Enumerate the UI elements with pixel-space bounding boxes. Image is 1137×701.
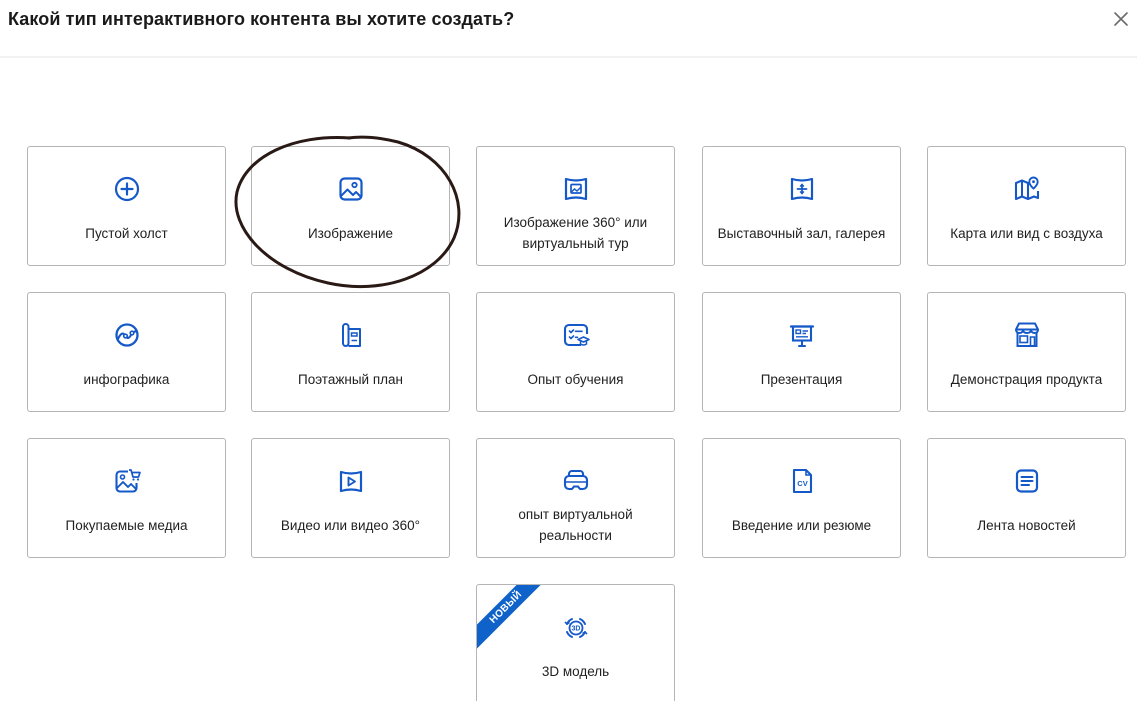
plus-circle-icon <box>112 174 142 204</box>
tile-label: Видео или видео 360° <box>280 517 421 533</box>
tile-label: опыт виртуальной реальности <box>518 507 633 543</box>
tile-image-360[interactable]: Изображение 360° или виртуальный тур <box>476 146 675 266</box>
tile-video-360[interactable]: Видео или видео 360° <box>251 438 450 558</box>
tile-label: Изображение 360° или виртуальный тур <box>503 215 648 251</box>
tile-map-aerial[interactable]: Карта или вид с воздуха <box>927 146 1126 266</box>
create-content-dialog: Какой тип интерактивного контента вы хот… <box>0 0 1137 701</box>
tile-label: 3D модель <box>541 663 610 679</box>
tile-label: Выставочный зал, галерея <box>717 225 886 241</box>
presentation-icon <box>787 320 817 350</box>
tile-showroom-gallery[interactable]: Выставочный зал, галерея <box>702 146 901 266</box>
3d-model-icon: 3D <box>561 613 591 643</box>
tile-image[interactable]: Изображение <box>251 146 450 266</box>
new-badge: НОВЫЙ <box>477 585 547 653</box>
learning-icon <box>561 320 591 350</box>
tile-news-feed[interactable]: Лента новостей <box>927 438 1126 558</box>
tile-label: Карта или вид с воздуха <box>950 225 1103 241</box>
map-pin-icon <box>1012 174 1042 204</box>
tile-label: Покупаемые медиа <box>65 517 188 533</box>
svg-text:CV: CV <box>797 479 807 488</box>
tile-label: Опыт обучения <box>527 371 624 387</box>
tile-vr-experience[interactable]: опыт виртуальной реальности <box>476 438 675 558</box>
dialog-header: Какой тип интерактивного контента вы хот… <box>0 0 1137 58</box>
new-badge-ribbon: НОВЫЙ <box>477 585 547 655</box>
infographic-icon <box>112 320 142 350</box>
floor-plan-icon <box>336 320 366 350</box>
tile-presentation[interactable]: Презентация <box>702 292 901 412</box>
tile-intro-resume[interactable]: CV Введение или резюме <box>702 438 901 558</box>
storefront-icon <box>1012 320 1042 350</box>
svg-text:3D: 3D <box>571 626 580 633</box>
tile-label: Изображение <box>307 225 394 241</box>
tile-label: инфографика <box>83 371 170 387</box>
tile-label: Презентация <box>760 371 843 387</box>
close-button[interactable] <box>1110 8 1132 30</box>
tile-label: Поэтажный план <box>298 371 403 387</box>
video-360-icon <box>336 466 366 496</box>
gallery-icon <box>787 174 817 204</box>
tile-floor-plan[interactable]: Поэтажный план <box>251 292 450 412</box>
tile-label: Лента новостей <box>977 517 1076 533</box>
image-icon <box>336 174 366 204</box>
tile-blank-canvas[interactable]: Пустой холст <box>27 146 226 266</box>
shoppable-image-icon <box>112 466 142 496</box>
cv-document-icon: CV <box>787 466 817 496</box>
close-icon <box>1114 12 1128 26</box>
tile-label: Введение или резюме <box>731 517 872 533</box>
vr-headset-icon <box>561 466 591 496</box>
tile-label: Пустой холст <box>85 225 168 241</box>
dialog-title: Какой тип интерактивного контента вы хот… <box>8 9 515 29</box>
tile-infographic[interactable]: инфографика <box>27 292 226 412</box>
news-feed-icon <box>1012 466 1042 496</box>
tile-learning[interactable]: Опыт обучения <box>476 292 675 412</box>
tile-product-demo[interactable]: Демонстрация продукта <box>927 292 1126 412</box>
tile-label: Демонстрация продукта <box>950 371 1103 387</box>
tile-shoppable-media[interactable]: Покупаемые медиа <box>27 438 226 558</box>
panorama-icon <box>561 174 591 204</box>
tile-3d-model[interactable]: НОВЫЙ 3D 3D модель <box>476 584 675 701</box>
